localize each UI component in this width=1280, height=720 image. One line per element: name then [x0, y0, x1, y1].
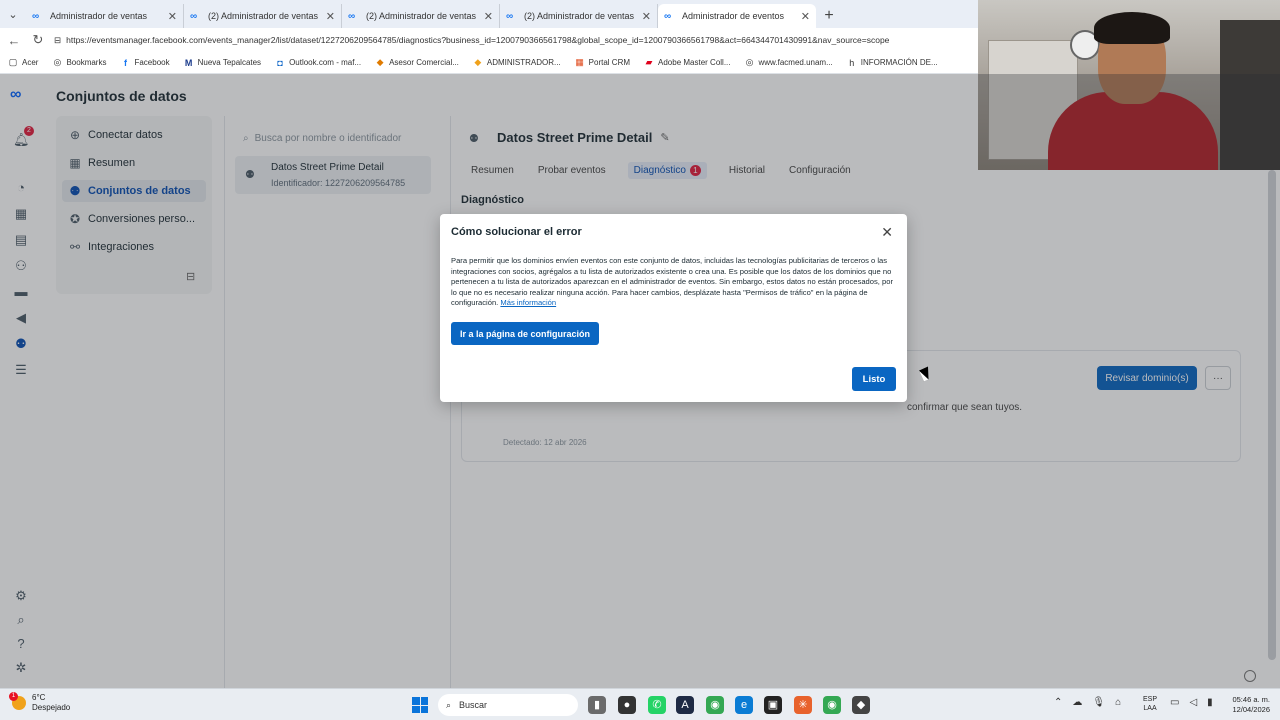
bookmark-item[interactable]: ◎ www.facmed.unam...: [745, 57, 833, 68]
admin-icon: ◆: [474, 57, 482, 67]
url-field[interactable]: ⊟ https://eventsmanager.facebook.com/eve…: [54, 30, 978, 50]
meta-icon: ∞: [664, 10, 672, 22]
fix-error-dialog: Cómo solucionar el error ✕ Para permitir…: [440, 214, 907, 402]
back-icon[interactable]: ←: [6, 33, 22, 48]
m-logo-icon: M: [184, 57, 193, 68]
bookmark-item[interactable]: ◆ Asesor Comercial...: [375, 57, 459, 68]
windows-taskbar: 1 6°C Despejado ⌕ Buscar ▮ ● ✆ A ◉ e ▣ ✳ …: [0, 688, 1280, 720]
browser-tab-active[interactable]: ∞ Administrador de eventos ✕: [658, 4, 816, 28]
tab-title: Administrador de ventas: [50, 11, 148, 21]
go-to-settings-button[interactable]: Ir a la página de configuración: [451, 322, 599, 345]
close-icon[interactable]: ✕: [168, 10, 177, 23]
new-tab-button[interactable]: +: [816, 4, 842, 28]
sun-icon: 1: [9, 692, 26, 710]
grid-icon: ▦: [575, 57, 584, 67]
terminal-icon[interactable]: ▣: [764, 696, 782, 714]
globe-icon: ◎: [53, 57, 62, 67]
bookmark-item[interactable]: ◆ ADMINISTRADOR...: [473, 57, 560, 68]
bookmark-item[interactable]: ▢ Acer: [8, 57, 39, 68]
bookmark-item[interactable]: ▦ Portal CRM: [575, 57, 630, 68]
tab-title: (2) Administrador de ventas: [208, 11, 319, 21]
edge-icon[interactable]: e: [735, 696, 753, 714]
cube-app-icon[interactable]: ◆: [852, 696, 870, 714]
language-indicator[interactable]: ESP LAA: [1143, 695, 1157, 713]
asesor-icon: ◆: [376, 57, 384, 67]
globe-icon: ◎: [745, 57, 754, 67]
site-info-icon[interactable]: ⊟: [54, 35, 61, 46]
meta-icon: ∞: [348, 10, 356, 22]
bookmarks-bar: ▢ Acer ◎ Bookmarks f Facebook M Nueva Tepalc…: [0, 52, 978, 74]
weather-widget[interactable]: 1 6°C Despejado: [9, 692, 71, 713]
display-icon[interactable]: ▭: [1170, 697, 1179, 708]
bookmark-item[interactable]: f Facebook: [120, 57, 170, 68]
browser-tab[interactable]: ∞ (2) Administrador de ventas ✕: [342, 4, 500, 28]
weather-desc: Despejado: [32, 703, 71, 712]
outlook-icon: ◘: [277, 57, 283, 68]
close-icon[interactable]: ✕: [326, 10, 335, 23]
meta-icon: ∞: [32, 10, 40, 22]
whatsapp-icon[interactable]: ✆: [648, 696, 666, 714]
reload-icon[interactable]: ↻: [30, 32, 46, 48]
weather-temp: 6°C: [32, 693, 46, 702]
bookmark-item[interactable]: h INFORMACIÓN DE...: [847, 57, 937, 68]
app-icon[interactable]: ●: [618, 696, 636, 714]
system-tray-status: ▭ ◁ ▮: [1170, 697, 1213, 708]
close-icon[interactable]: ✕: [801, 10, 810, 23]
tab-list-icon[interactable]: ⌄: [0, 0, 26, 28]
dialog-body: Para permitir que los dominios envíen ev…: [451, 256, 893, 308]
taskbar-search[interactable]: ⌕ Buscar: [438, 694, 578, 716]
tab-title: (2) Administrador de ventas: [366, 11, 477, 21]
starburst-app-icon[interactable]: ✳: [794, 696, 812, 714]
address-bar: ← ↻ ⊟ https://eventsmanager.facebook.com…: [0, 28, 978, 52]
weather-badge: 1: [9, 692, 18, 701]
battery-icon[interactable]: ▮: [1207, 697, 1213, 708]
person-hair: [1094, 12, 1170, 44]
close-icon[interactable]: ✕: [642, 10, 651, 23]
search-icon: ⌕: [446, 699, 452, 710]
dialog-title: Cómo solucionar el error: [451, 226, 582, 238]
bookmark-item[interactable]: ◘ Outlook.com - maf...: [275, 58, 361, 68]
tab-title: Administrador de eventos: [682, 11, 785, 21]
microphone-icon[interactable]: 🎙︎: [1092, 697, 1105, 708]
browser-tab[interactable]: ∞ Administrador de ventas ✕: [26, 4, 184, 28]
bookmark-item[interactable]: ◎ Bookmarks: [52, 57, 107, 68]
bookmark-item[interactable]: M Nueva Tepalcates: [184, 58, 261, 68]
chevron-up-icon[interactable]: ⌃: [1054, 697, 1062, 708]
chrome-icon[interactable]: ◉: [706, 696, 724, 714]
facebook-icon: f: [123, 57, 127, 68]
windows-start-icon[interactable]: [412, 697, 428, 713]
meta-icon: ∞: [506, 10, 514, 22]
browser-tabbar: ⌄ ∞ Administrador de ventas ✕ ∞ (2) Adminis…: [0, 0, 978, 28]
cloud-icon[interactable]: ☁: [1072, 697, 1082, 708]
adobe-icon: ▰: [645, 57, 653, 67]
browser-tab[interactable]: ∞ (2) Administrador de ventas ✕: [500, 4, 658, 28]
done-button[interactable]: Listo: [852, 367, 896, 391]
info-site-icon: h: [849, 57, 855, 68]
close-icon[interactable]: ✕: [881, 224, 893, 241]
url-text: https://eventsmanager.facebook.com/event…: [66, 35, 890, 45]
a-app-icon[interactable]: A: [676, 696, 694, 714]
system-tray: ⌃ ☁ 🎙︎ ⌂: [1054, 697, 1121, 708]
speaker-icon[interactable]: ◁: [1189, 697, 1197, 708]
taskbar-clock[interactable]: 05:46 a. m. 12/04/2026: [1226, 695, 1270, 715]
browser-tab[interactable]: ∞ (2) Administrador de ventas ✕: [184, 4, 342, 28]
meta-icon: ∞: [190, 10, 198, 22]
chrome-profile-icon[interactable]: ◉: [823, 696, 841, 714]
tab-title: (2) Administrador de ventas: [524, 11, 635, 21]
bookmark-item[interactable]: ▰ Adobe Master Coll...: [644, 57, 731, 68]
more-info-link[interactable]: Más información: [500, 298, 556, 307]
close-icon[interactable]: ✕: [484, 10, 493, 23]
network-icon[interactable]: ⌂: [1115, 697, 1121, 708]
folder-icon: ▢: [8, 57, 18, 67]
files-icon[interactable]: ▮: [588, 696, 606, 714]
